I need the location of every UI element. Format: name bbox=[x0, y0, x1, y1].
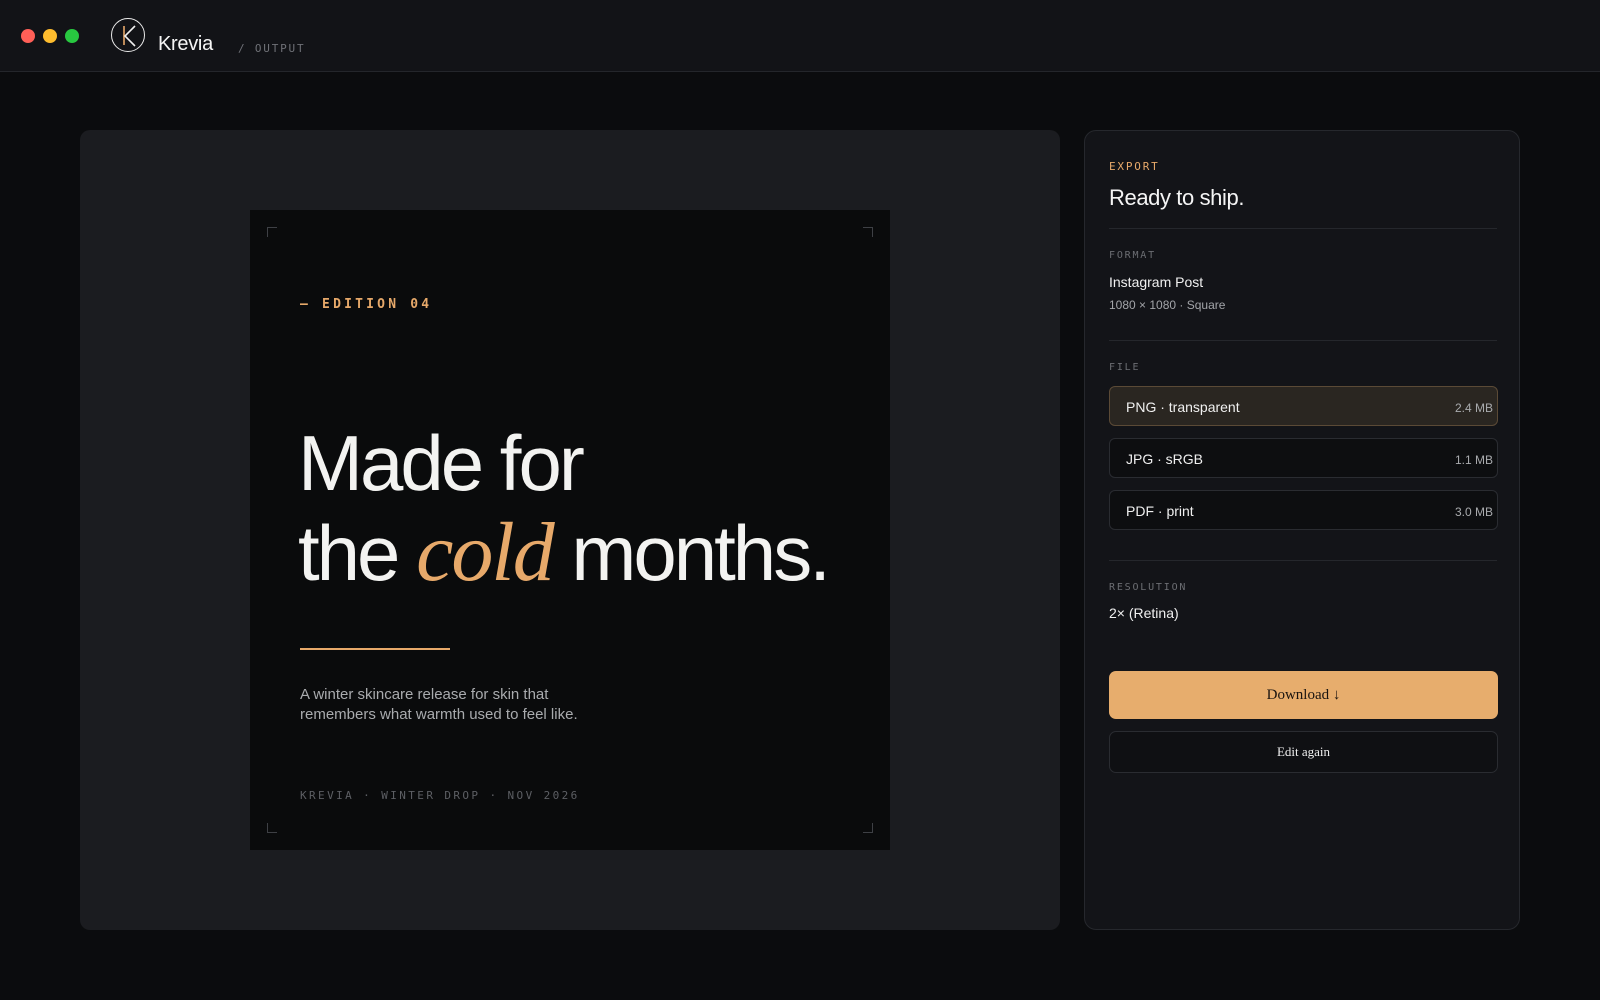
resolution-label: RESOLUTION bbox=[1109, 582, 1188, 593]
file-option-name: PDF · print bbox=[1126, 503, 1194, 519]
app-name: Krevia bbox=[158, 33, 213, 55]
file-option-jpg[interactable]: JPG · sRGB 1.1 MB bbox=[1109, 438, 1498, 478]
headline: Made for the cold months. bbox=[298, 418, 878, 598]
headline-end: months. bbox=[571, 509, 830, 597]
close-window-button[interactable] bbox=[21, 29, 35, 43]
file-option-size: 1.1 MB bbox=[1454, 453, 1493, 467]
headline-line-2: the cold months. bbox=[298, 508, 878, 598]
file-option-size: 3.0 MB bbox=[1454, 505, 1493, 519]
download-button[interactable]: Download ↓ bbox=[1109, 671, 1498, 719]
preview-canvas: — EDITION 04 Made for the cold months. A… bbox=[80, 130, 1060, 930]
resolution-value: 2× (Retina) bbox=[1109, 605, 1179, 621]
divider bbox=[1109, 228, 1497, 229]
format-name: Instagram Post bbox=[1109, 274, 1204, 290]
minimize-window-button[interactable] bbox=[43, 29, 57, 43]
artboard: — EDITION 04 Made for the cold months. A… bbox=[250, 210, 890, 850]
breadcrumb: / OUTPUT bbox=[238, 42, 306, 55]
headline-the: the bbox=[298, 509, 400, 597]
export-panel: EXPORT Ready to ship. FORMAT Instagram P… bbox=[1084, 130, 1520, 930]
title-bar: Krevia / OUTPUT bbox=[0, 0, 1600, 72]
crop-mark-bottom-left bbox=[267, 823, 277, 833]
export-title: Ready to ship. bbox=[1109, 185, 1245, 210]
edit-again-button[interactable]: Edit again bbox=[1109, 731, 1498, 773]
file-option-png[interactable]: PNG · transparent 2.4 MB bbox=[1109, 386, 1498, 426]
crop-mark-top-left bbox=[267, 227, 277, 237]
maximize-window-button[interactable] bbox=[65, 29, 79, 43]
file-option-pdf[interactable]: PDF · print 3.0 MB bbox=[1109, 490, 1498, 530]
format-label: FORMAT bbox=[1109, 250, 1156, 261]
file-option-name: JPG · sRGB bbox=[1126, 451, 1204, 467]
format-size: 1080 × 1080 · Square bbox=[1109, 298, 1226, 312]
crop-mark-top-right bbox=[863, 227, 873, 237]
edition-label: — EDITION 04 bbox=[300, 297, 433, 312]
artboard-footer: KREVIA · WINTER DROP · NOV 2026 bbox=[300, 789, 580, 802]
file-option-size: 2.4 MB bbox=[1454, 401, 1493, 415]
divider bbox=[1109, 340, 1497, 341]
divider bbox=[1109, 560, 1497, 561]
file-label: FILE bbox=[1109, 362, 1141, 373]
crop-mark-bottom-right bbox=[863, 823, 873, 833]
headline-accent-word: cold bbox=[416, 506, 555, 599]
krevia-logo-icon bbox=[111, 18, 145, 52]
headline-line-1: Made for bbox=[298, 419, 585, 507]
export-kicker: EXPORT bbox=[1109, 160, 1160, 173]
body-copy: A winter skincare release for skin that … bbox=[300, 686, 578, 723]
file-option-name: PNG · transparent bbox=[1126, 399, 1240, 415]
accent-rule bbox=[300, 648, 450, 650]
